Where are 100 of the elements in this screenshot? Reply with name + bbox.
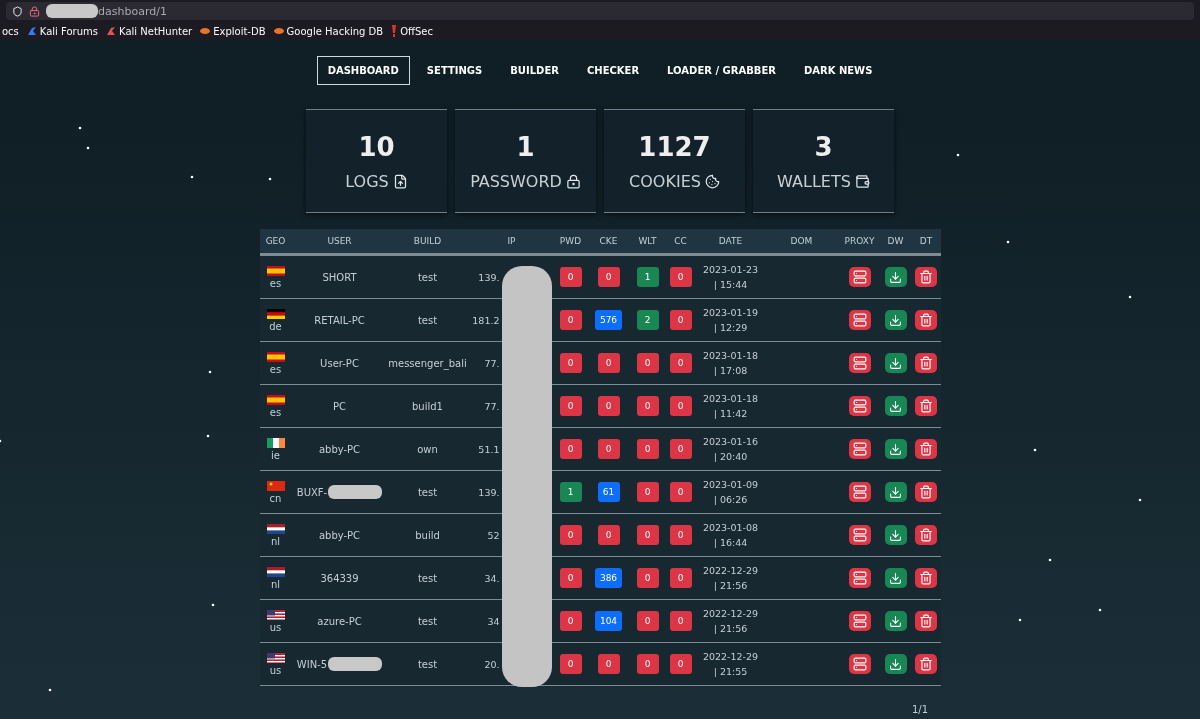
delete-button[interactable] [915, 568, 937, 588]
proxy-button[interactable] [848, 525, 871, 545]
delete-button[interactable] [915, 439, 937, 459]
download-button[interactable] [884, 396, 907, 416]
cookie-icon [704, 173, 720, 189]
download-button[interactable] [884, 525, 907, 545]
proxy-button[interactable] [848, 568, 871, 588]
bookmark-link[interactable]: Google Hacking DB [273, 25, 384, 37]
bookmark-link[interactable]: Kali NetHunter [106, 25, 193, 37]
date-text: 2022-12-29 | 21:56 [701, 564, 760, 593]
delete-button[interactable] [915, 310, 937, 330]
proxy-button[interactable] [848, 267, 871, 287]
date-text: 2023-01-18 | 11:42 [701, 392, 760, 421]
proxy-button[interactable] [848, 482, 871, 502]
nav-tab[interactable]: DASHBOARD [316, 56, 410, 85]
download-icon [889, 571, 902, 585]
date-text: 2023-01-16 | 20:40 [701, 435, 760, 464]
ip-address: 34. [483, 572, 500, 584]
delete-button[interactable] [915, 396, 937, 416]
proxy-button[interactable] [848, 654, 871, 674]
build-name: build1 [411, 400, 444, 412]
bug-icon [273, 27, 284, 35]
download-button[interactable] [884, 439, 907, 459]
delete-button[interactable] [915, 525, 937, 545]
date-text: 2023-01-08 | 16:44 [701, 521, 760, 550]
build-name: test [416, 314, 439, 326]
dragon-icon [106, 26, 116, 36]
proxy-button[interactable] [848, 310, 871, 330]
download-button[interactable] [884, 267, 907, 287]
bookmark-link[interactable]: Kali Forums [26, 25, 98, 37]
build-name: test [416, 486, 439, 498]
country-code: es [269, 363, 282, 375]
proxy-button[interactable] [848, 611, 871, 631]
trash-icon [919, 657, 933, 671]
trash-icon [919, 485, 933, 499]
nav-tab[interactable]: LOADER / GRABBER [656, 56, 787, 85]
bookmark-link[interactable]: ocs [2, 25, 19, 37]
date-text: 2023-01-09 | 06:26 [701, 478, 760, 507]
count-badge: 0 [669, 482, 692, 502]
build-name: build [414, 529, 441, 541]
stat-label: WALLETS [777, 171, 851, 191]
download-button[interactable] [884, 654, 907, 674]
lock-icon [29, 5, 40, 17]
user-name: azure-PC [317, 615, 362, 627]
server-icon [852, 270, 867, 284]
stat-value: 1 [516, 131, 535, 162]
count-badge: 0 [669, 568, 692, 588]
trash-icon [919, 313, 933, 327]
country-code: us [269, 621, 282, 633]
column-header: DW [886, 236, 905, 246]
delete-button[interactable] [915, 611, 937, 631]
proxy-button[interactable] [848, 439, 871, 459]
country-code: us [269, 664, 282, 676]
server-icon [852, 313, 867, 327]
download-icon [889, 356, 902, 370]
count-badge: 0 [559, 611, 582, 631]
download-button[interactable] [884, 611, 907, 631]
address-bar[interactable]: dashboard/1 [6, 2, 1194, 20]
count-badge: 0 [636, 396, 659, 416]
delete-button[interactable] [915, 267, 937, 287]
delete-button[interactable] [915, 654, 937, 674]
ip-address: 20. [483, 658, 500, 670]
flag-icon [266, 480, 285, 491]
build-name: test [416, 572, 439, 584]
nav-tab[interactable]: CHECKER [575, 56, 651, 85]
flag-icon [266, 265, 285, 276]
count-badge: 0 [559, 267, 582, 287]
bookmark-link[interactable]: Exploit-DB [200, 25, 266, 37]
server-icon [852, 657, 867, 671]
delete-button[interactable] [915, 353, 937, 373]
count-badge: 2 [636, 310, 659, 330]
flag-icon [266, 437, 285, 448]
nav-tab[interactable]: BUILDER [499, 56, 570, 85]
column-header: BUILD [412, 236, 443, 246]
bookmark-link[interactable]: OffSec [391, 25, 433, 37]
redaction-blob [501, 641, 552, 687]
ip-address: 77. [483, 357, 500, 369]
nav-tab[interactable]: SETTINGS [415, 56, 494, 85]
date-text: 2023-01-23 | 15:44 [701, 263, 760, 292]
count-badge: 0 [669, 267, 692, 287]
download-button[interactable] [884, 482, 907, 502]
flag-icon [266, 566, 285, 577]
proxy-button[interactable] [848, 396, 871, 416]
download-button[interactable] [884, 353, 907, 373]
download-button[interactable] [884, 568, 907, 588]
delete-button[interactable] [915, 482, 937, 502]
count-badge: 0 [559, 654, 582, 674]
download-icon [889, 657, 902, 671]
count-badge: 0 [669, 396, 692, 416]
country-code: es [269, 277, 282, 289]
nav-tab[interactable]: DARK NEWS [792, 56, 884, 85]
download-icon [889, 270, 902, 284]
document-icon [392, 173, 408, 189]
proxy-button[interactable] [848, 353, 871, 373]
country-code: ie [271, 449, 280, 461]
flag-icon [266, 394, 285, 405]
build-name: test [416, 615, 439, 627]
download-button[interactable] [884, 310, 907, 330]
redaction-blob [328, 485, 383, 499]
wallet-icon [854, 173, 870, 189]
